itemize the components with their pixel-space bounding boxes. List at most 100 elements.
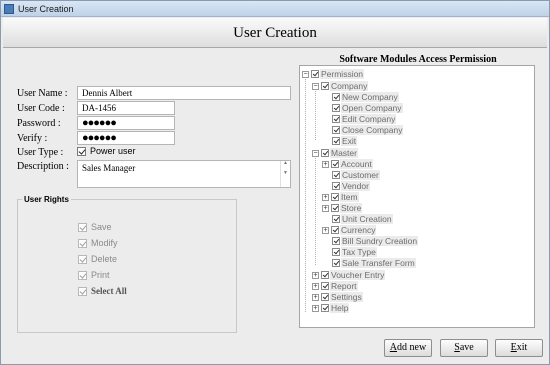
permission-tree: − Permission − Company New Company Open Co… [299, 65, 535, 328]
expand-icon[interactable]: + [322, 204, 329, 212]
app-icon [4, 3, 14, 14]
tree-label: Store [340, 203, 363, 213]
verify-password-input[interactable]: ●●●●●● [77, 131, 175, 145]
collapse-icon[interactable]: − [312, 149, 319, 157]
tree-node-store[interactable]: + Store [322, 203, 363, 213]
tree-checkbox[interactable] [332, 237, 340, 245]
right-print-checkbox[interactable] [78, 270, 87, 280]
verify-label: Verify : [17, 133, 48, 144]
save-button[interactable]: Save [440, 339, 488, 357]
tree-node-company[interactable]: − Company [312, 81, 369, 91]
password-input[interactable]: ●●●●●● [77, 116, 175, 130]
tree-node-currency[interactable]: + Currency [322, 225, 377, 235]
tree-checkbox[interactable] [331, 226, 339, 234]
tree-checkbox[interactable] [321, 304, 329, 312]
power-user-label: Power user [90, 146, 136, 156]
tree-checkbox[interactable] [332, 137, 340, 145]
right-select-all[interactable]: Select All [78, 286, 127, 296]
tree-node-voucher-entry[interactable]: + Voucher Entry [312, 270, 386, 280]
tree-node-permission[interactable]: − Permission [302, 69, 365, 79]
tree-label: Exit [341, 136, 358, 146]
right-delete[interactable]: Delete [78, 254, 117, 264]
tree-checkbox[interactable] [332, 215, 340, 223]
tree-checkbox[interactable] [332, 104, 340, 112]
description-scrollbar[interactable]: ▲ ▼ [280, 161, 290, 187]
tree-checkbox[interactable] [332, 115, 340, 123]
right-save-label: Save [91, 222, 112, 232]
tree-checkbox[interactable] [321, 149, 329, 157]
tree-checkbox[interactable] [332, 248, 340, 256]
tree-node-master[interactable]: − Master [312, 148, 358, 158]
tree-label: Help [330, 303, 350, 313]
right-modify-label: Modify [91, 238, 118, 248]
add-new-mnemonic: A [389, 342, 398, 353]
right-print[interactable]: Print [78, 270, 110, 280]
tree-label: Tax Type [341, 247, 377, 257]
tree-checkbox[interactable] [332, 182, 340, 190]
power-user-checkbox[interactable] [77, 146, 86, 156]
tree-checkbox[interactable] [321, 282, 329, 290]
tree-checkbox[interactable] [321, 293, 329, 301]
tree-checkbox[interactable] [331, 160, 339, 168]
tree-node-report[interactable]: + Report [312, 281, 358, 291]
tree-label: Account [340, 159, 373, 169]
tree-checkbox[interactable] [331, 204, 339, 212]
tree-node-unit-creation[interactable]: Unit Creation [332, 214, 393, 224]
expand-icon[interactable]: + [322, 193, 329, 201]
description-label: Description : [17, 161, 69, 172]
tree-node-help[interactable]: + Help [312, 303, 350, 313]
tree-checkbox[interactable] [332, 171, 340, 179]
tree-node-item[interactable]: + Item [322, 192, 359, 202]
right-modify[interactable]: Modify [78, 238, 118, 248]
description-textarea[interactable]: Sales Manager ▲ ▼ [77, 160, 291, 188]
expand-icon[interactable]: + [312, 282, 319, 290]
tree-node-close-company[interactable]: Close Company [332, 125, 404, 135]
tree-node-account[interactable]: + Account [322, 159, 373, 169]
tree-checkbox[interactable] [332, 126, 340, 134]
permission-title: Software Modules Access Permission [339, 54, 497, 65]
collapse-icon[interactable]: − [312, 82, 319, 90]
tree-checkbox[interactable] [311, 70, 319, 78]
expand-icon[interactable]: + [312, 293, 319, 301]
tree-checkbox[interactable] [332, 93, 340, 101]
select-all-checkbox[interactable] [78, 286, 87, 296]
tree-node-customer[interactable]: Customer [332, 170, 380, 180]
expand-icon[interactable]: + [312, 304, 319, 312]
exit-button[interactable]: Exit [495, 339, 543, 357]
add-new-button[interactable]: Add new [384, 339, 432, 357]
user-code-input[interactable]: DA-1456 [77, 101, 175, 115]
right-delete-checkbox[interactable] [78, 254, 87, 264]
right-save[interactable]: Save [78, 222, 112, 232]
tree-node-tax-type[interactable]: Tax Type [332, 247, 377, 257]
tree-label: New Company [341, 92, 399, 102]
tree-node-new-company[interactable]: New Company [332, 92, 399, 102]
right-modify-checkbox[interactable] [78, 238, 87, 248]
right-save-checkbox[interactable] [78, 222, 87, 232]
tree-label: Report [330, 281, 358, 291]
tree-node-edit-company[interactable]: Edit Company [332, 114, 397, 124]
tree-label: Vendor [341, 181, 370, 191]
page-header: User Creation [3, 18, 547, 48]
tree-node-sale-transfer[interactable]: Sale Transfer Form [332, 258, 416, 268]
user-code-label: User Code : [17, 103, 65, 114]
tree-node-exit[interactable]: Exit [332, 136, 358, 146]
user-type-option[interactable]: Power user [77, 146, 136, 156]
tree-checkbox[interactable] [331, 193, 339, 201]
tree-node-open-company[interactable]: Open Company [332, 103, 403, 113]
tree-node-settings[interactable]: + Settings [312, 292, 363, 302]
tree-checkbox[interactable] [332, 259, 340, 267]
password-label: Password : [17, 118, 61, 129]
expand-icon[interactable]: + [322, 226, 329, 234]
tree-label: Open Company [341, 103, 403, 113]
user-type-label: User Type : [17, 147, 64, 158]
tree-checkbox[interactable] [321, 271, 329, 279]
user-name-input[interactable]: Dennis Albert [77, 86, 291, 100]
tree-node-bill-sundry[interactable]: Bill Sundry Creation [332, 236, 419, 246]
expand-icon[interactable]: + [322, 160, 329, 168]
tree-label: Item [340, 192, 359, 202]
expand-icon[interactable]: + [312, 271, 319, 279]
tree-node-vendor[interactable]: Vendor [332, 181, 370, 191]
tree-checkbox[interactable] [321, 82, 329, 90]
right-delete-label: Delete [91, 254, 118, 264]
collapse-icon[interactable]: − [302, 70, 309, 78]
